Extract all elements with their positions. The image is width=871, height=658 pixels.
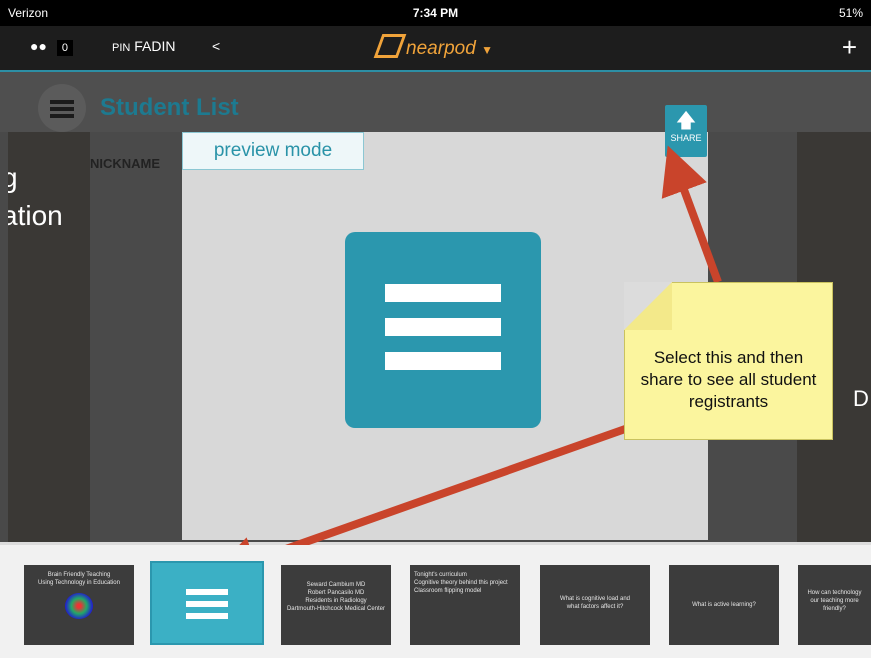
- thumb-text: friendly?: [823, 606, 846, 612]
- slide-thumbnail[interactable]: Brain Friendly Teaching Using Technology…: [24, 565, 134, 645]
- thumb-text: Residents in Radiology: [305, 598, 367, 604]
- slide-thumbnail[interactable]: How can technology our teaching more fri…: [798, 565, 871, 645]
- thumb-text: What is cognitive load and: [559, 596, 631, 602]
- thumb-text: Robert Pancasilo MD: [307, 590, 365, 596]
- list-line: [186, 601, 228, 607]
- thumb-text: What is active learning?: [692, 602, 756, 608]
- arrow-to-share: [661, 145, 722, 284]
- list-icon: [186, 579, 228, 625]
- slide-thumbnail[interactable]: What is active learning?: [669, 565, 779, 645]
- list-line: [186, 589, 228, 595]
- thumb-text: Brain Friendly Teaching: [47, 572, 111, 578]
- slide-thumbnail-active[interactable]: [150, 561, 264, 645]
- list-line: [186, 613, 228, 619]
- brain-image: [65, 593, 93, 619]
- note-text: Select this and then share to see all st…: [640, 348, 817, 411]
- thumb-text: Classroom flipping model: [414, 588, 482, 594]
- slide-thumbnail[interactable]: Seward Cambium MD Robert Pancasilo MD Re…: [281, 565, 391, 645]
- thumb-text: what factors affect it?: [566, 604, 624, 610]
- thumb-text: Dartmouth-Hitchcock Medical Center: [286, 606, 386, 612]
- thumb-text: Using Technology in Education: [38, 580, 120, 586]
- slide-filmstrip: Brain Friendly Teaching Using Technology…: [0, 545, 871, 658]
- thumb-text: How can technology: [807, 590, 862, 596]
- slide-thumbnail[interactable]: What is cognitive load and what factors …: [540, 565, 650, 645]
- thumb-text: Seward Cambium MD: [306, 582, 366, 588]
- thumb-text: our teaching more: [810, 598, 859, 604]
- thumb-text: Cognitive theory behind this project: [414, 580, 508, 586]
- sticky-note: Select this and then share to see all st…: [624, 282, 833, 440]
- thumb-text: Tonight's curriculum: [414, 572, 467, 578]
- note-fold: [624, 282, 672, 330]
- slide-thumbnail[interactable]: Tonight's curriculum Cognitive theory be…: [410, 565, 520, 645]
